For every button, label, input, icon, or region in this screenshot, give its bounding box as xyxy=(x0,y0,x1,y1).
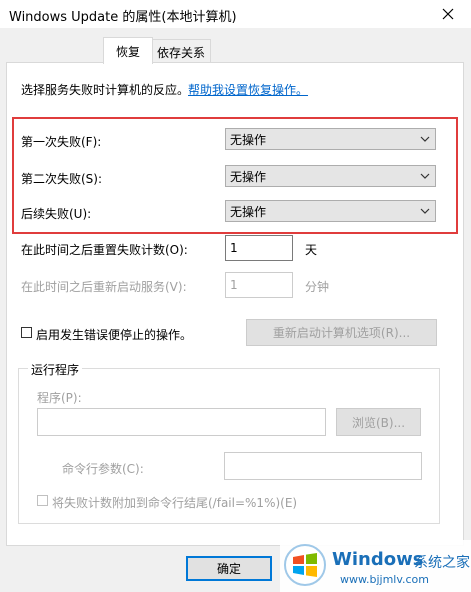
restart-minutes-input[interactable]: 1 xyxy=(225,272,293,298)
second-failure-label: 第二次失败(S): xyxy=(21,172,103,186)
watermark: Windows 系统之家 www.bjjmlv.com xyxy=(280,540,471,592)
params-input[interactable] xyxy=(224,452,422,480)
program-input[interactable] xyxy=(37,408,326,436)
reset-days-input[interactable]: 1 xyxy=(225,235,293,261)
append-fail-count-label: 将失败计数附加到命令行结尾(/fail=%1%)(E) xyxy=(52,496,298,510)
tab-dependencies-label: 依存关系 xyxy=(156,45,205,60)
watermark-brand: Windows xyxy=(332,549,424,570)
first-failure-value: 无操作 xyxy=(230,132,267,147)
chevron-down-icon xyxy=(420,173,430,179)
run-program-group-label: 运行程序 xyxy=(28,361,83,378)
chevron-down-icon xyxy=(420,208,430,214)
help-link[interactable]: 帮助我设置恢复操作。 xyxy=(188,81,308,98)
intro-text: 选择服务失败时计算机的反应。 xyxy=(21,83,190,97)
tab-dependencies[interactable]: 依存关系 xyxy=(151,39,211,64)
enable-stop-actions-checkbox[interactable] xyxy=(21,327,32,338)
subsequent-failure-select[interactable]: 无操作 xyxy=(225,200,436,222)
reset-days-value: 1 xyxy=(230,241,238,255)
second-failure-select[interactable]: 无操作 xyxy=(225,165,436,187)
tab-recovery[interactable]: 恢复 xyxy=(103,37,153,64)
restart-unit: 分钟 xyxy=(305,280,330,294)
reset-unit: 天 xyxy=(305,243,318,257)
title-bar: Windows Update 的属性(本地计算机) xyxy=(0,0,471,28)
watermark-suffix: 系统之家 xyxy=(414,555,470,571)
restart-computer-options-button[interactable]: 重新启动计算机选项(R)... xyxy=(246,319,437,346)
window-title: Windows Update 的属性(本地计算机) xyxy=(9,10,237,25)
restart-computer-options-label: 重新启动计算机选项(R)... xyxy=(272,326,411,340)
browse-button-label: 浏览(B)... xyxy=(351,415,406,430)
program-label: 程序(P): xyxy=(37,391,82,405)
append-fail-count-checkbox[interactable] xyxy=(37,495,48,506)
close-button[interactable] xyxy=(425,0,471,28)
close-icon xyxy=(442,8,454,20)
windows-logo-icon xyxy=(284,544,326,586)
reset-count-label: 在此时间之后重置失败计数(O): xyxy=(21,243,188,257)
subsequent-failure-value: 无操作 xyxy=(230,204,267,219)
ok-button-label: 确定 xyxy=(216,562,241,576)
restart-minutes-value: 1 xyxy=(230,278,238,292)
chevron-down-icon xyxy=(420,136,430,142)
second-failure-value: 无操作 xyxy=(230,169,267,184)
tab-recovery-label: 恢复 xyxy=(115,44,140,59)
params-label: 命令行参数(C): xyxy=(62,462,144,476)
watermark-url: www.bjjmlv.com xyxy=(340,573,429,586)
first-failure-label: 第一次失败(F): xyxy=(21,135,102,149)
restart-service-label: 在此时间之后重新启动服务(V): xyxy=(21,280,187,294)
subsequent-failure-label: 后续失败(U): xyxy=(21,207,92,221)
ok-button[interactable]: 确定 xyxy=(186,556,272,581)
enable-stop-actions-label: 启用发生错误便停止的操作。 xyxy=(36,328,193,342)
first-failure-select[interactable]: 无操作 xyxy=(225,128,436,150)
browse-button[interactable]: 浏览(B)... xyxy=(336,408,421,436)
